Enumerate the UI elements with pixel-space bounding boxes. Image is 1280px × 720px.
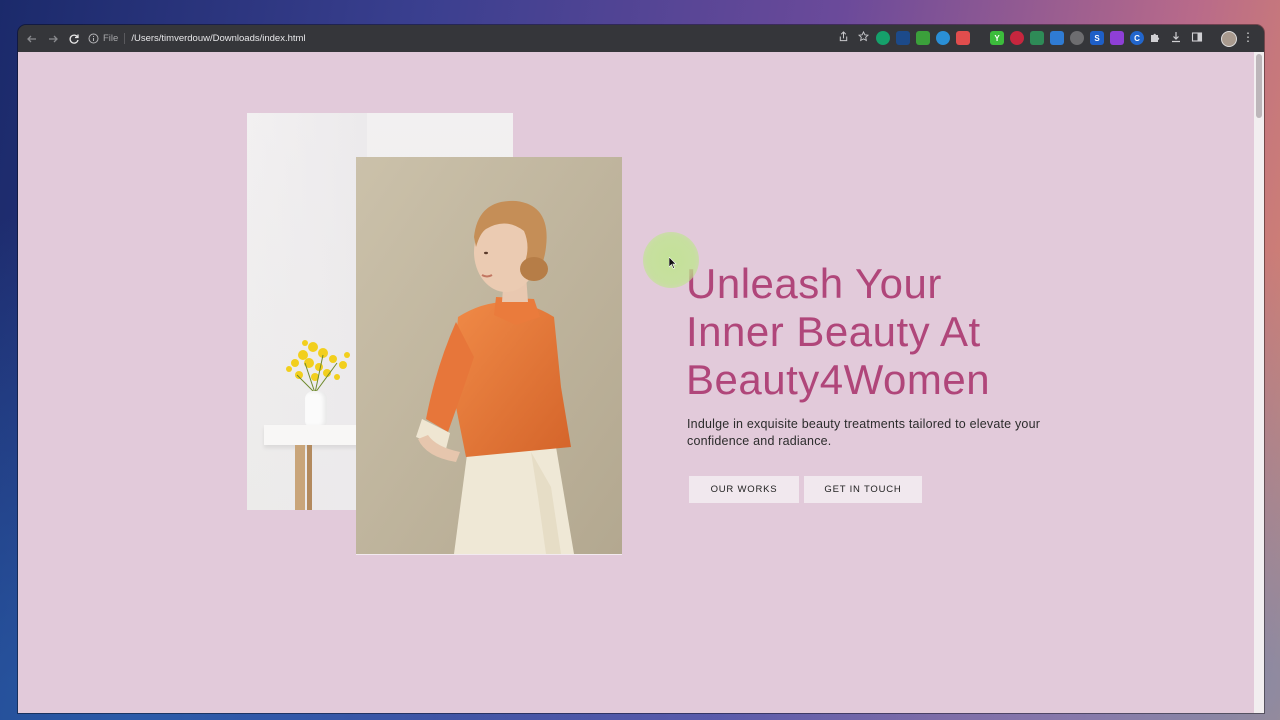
- puzzle-icon[interactable]: [1149, 31, 1162, 44]
- download-arrow-icon[interactable]: [1050, 31, 1064, 45]
- yellow-ext-icon[interactable]: Y: [990, 31, 1004, 45]
- table-leg-shadow: [307, 445, 312, 510]
- side-table: [264, 425, 364, 445]
- mouse-cursor-icon: [669, 257, 677, 269]
- url-separator: [124, 33, 126, 44]
- browser-window: File /Users/timverdouw/Downloads/index.h…: [18, 25, 1264, 713]
- profile-avatar[interactable]: [1221, 31, 1237, 47]
- arrow-right-icon: [49, 35, 58, 42]
- table-icon[interactable]: [916, 31, 930, 45]
- side-panel-icon[interactable]: [1191, 31, 1204, 44]
- get-in-touch-button[interactable]: GET IN TOUCH: [804, 476, 922, 503]
- kebab-menu-icon[interactable]: ⋮: [1242, 31, 1254, 43]
- arrow-left-icon: [27, 35, 36, 42]
- page-viewport: Unleash Your Inner Beauty At Beauty4Wome…: [18, 52, 1264, 713]
- white-vase: [305, 391, 327, 427]
- gem-icon[interactable]: [936, 31, 950, 45]
- globe-icon[interactable]: [1030, 31, 1044, 45]
- red-ext-icon[interactable]: [1010, 31, 1024, 45]
- browser-toolbar: File /Users/timverdouw/Downloads/index.h…: [18, 25, 1264, 52]
- forward-button[interactable]: [43, 29, 63, 49]
- grey-ext-icon[interactable]: [1070, 31, 1084, 45]
- url-text[interactable]: /Users/timverdouw/Downloads/index.html: [131, 33, 305, 44]
- share-icon[interactable]: [837, 30, 849, 42]
- url-scheme-label: File: [103, 33, 119, 44]
- extension-blue-icon[interactable]: [896, 31, 910, 45]
- hero-title-line-3: Beauty4Women: [686, 356, 991, 403]
- hero-subtitle: Indulge in exquisite beauty treatments t…: [687, 417, 1041, 448]
- purple-ext-icon[interactable]: [1110, 31, 1124, 45]
- model-photo: [356, 157, 622, 554]
- table-leg: [295, 445, 305, 510]
- address-bar[interactable]: File /Users/timverdouw/Downloads/index.h…: [88, 28, 868, 49]
- our-works-button[interactable]: OUR WORKS: [689, 476, 799, 503]
- c-ext-icon[interactable]: C: [1130, 31, 1144, 45]
- hero-title: Unleash Your Inner Beauty At Beauty4Wome…: [686, 260, 1086, 404]
- download-icon[interactable]: [1170, 31, 1183, 44]
- reload-icon: [69, 34, 79, 44]
- reload-button[interactable]: [64, 29, 84, 49]
- woman-in-orange-illustration: [356, 157, 622, 554]
- bookmark-star-icon[interactable]: [857, 30, 869, 42]
- extensions-bar: YSC: [876, 31, 1144, 45]
- color-wheel-icon[interactable]: [956, 31, 970, 45]
- hero-title-line-2: Inner Beauty At: [686, 308, 981, 355]
- grammarly-icon[interactable]: [876, 31, 890, 45]
- hero-title-line-1: Unleash Your: [686, 260, 942, 307]
- s-ext-icon[interactable]: S: [1090, 31, 1104, 45]
- page-scrollbar[interactable]: [1254, 52, 1264, 713]
- back-button[interactable]: [22, 29, 42, 49]
- scrollbar-thumb[interactable]: [1256, 54, 1262, 118]
- omnibox-actions: [837, 30, 869, 42]
- info-icon[interactable]: [88, 33, 99, 44]
